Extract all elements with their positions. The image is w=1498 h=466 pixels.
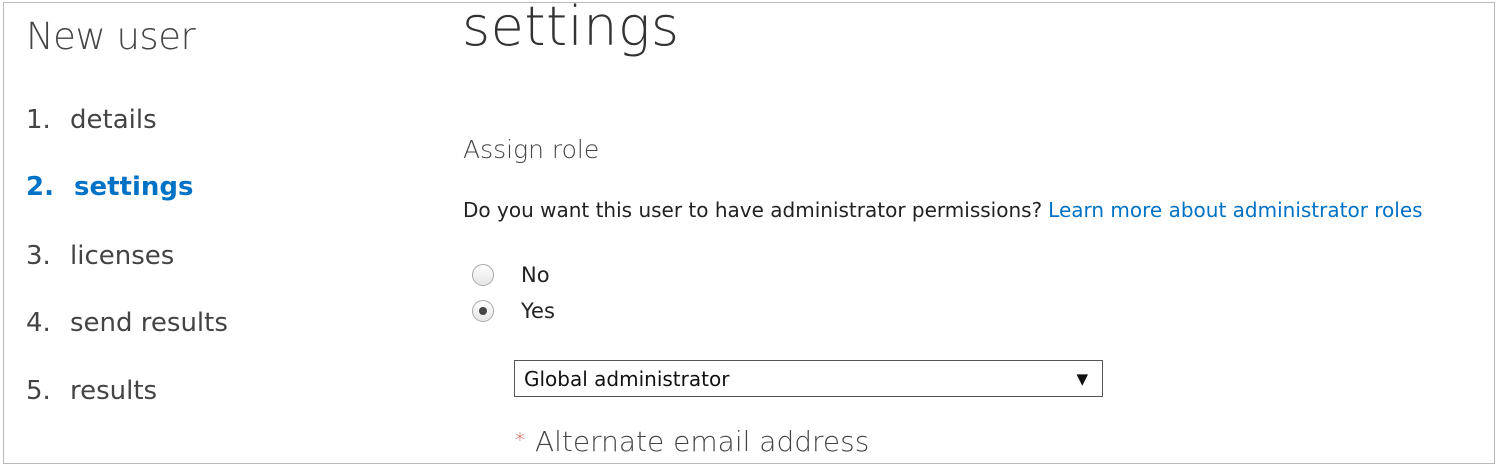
question-text: Do you want this user to have administra… <box>463 198 1043 222</box>
step-details[interactable]: 1. details <box>26 105 157 135</box>
dialog-frame: New user 1. details 2. settings 3. licenses… <box>3 2 1495 464</box>
dropdown-arrow-icon: ▼ <box>1076 369 1088 388</box>
radio-no[interactable] <box>472 264 494 286</box>
step-send-results[interactable]: 4. send results <box>26 308 228 338</box>
learn-more-link[interactable]: Learn more about administrator roles <box>1048 198 1422 222</box>
radio-yes-label: Yes <box>521 299 555 323</box>
radio-yes[interactable] <box>472 300 494 322</box>
step-label: details <box>70 105 157 135</box>
alternate-email-label: * Alternate email address <box>515 425 869 458</box>
admin-question: Do you want this user to have administra… <box>463 198 1423 222</box>
step-settings[interactable]: 2. settings <box>26 172 193 202</box>
radio-no-label: No <box>521 263 550 287</box>
step-number: 1. <box>26 105 51 135</box>
step-number: 3. <box>26 241 51 271</box>
wizard-title: New user <box>26 15 196 58</box>
step-label: send results <box>70 308 228 338</box>
step-results[interactable]: 5. results <box>26 376 157 406</box>
page-title: settings <box>462 2 680 58</box>
role-dropdown[interactable]: Global administrator ▼ <box>514 360 1103 397</box>
step-label: settings <box>74 172 194 202</box>
step-number: 2. <box>26 172 54 202</box>
step-licenses[interactable]: 3. licenses <box>26 241 174 271</box>
role-dropdown-value: Global administrator <box>524 366 730 391</box>
radio-option-yes[interactable]: Yes <box>472 299 555 323</box>
step-label: results <box>70 376 158 406</box>
step-number: 4. <box>26 308 51 338</box>
section-heading: Assign role <box>463 135 600 164</box>
step-label: licenses <box>70 241 175 271</box>
radio-option-no[interactable]: No <box>472 263 550 287</box>
alternate-email-text: Alternate email address <box>535 425 870 458</box>
required-marker: * <box>515 428 525 452</box>
step-number: 5. <box>26 376 51 406</box>
